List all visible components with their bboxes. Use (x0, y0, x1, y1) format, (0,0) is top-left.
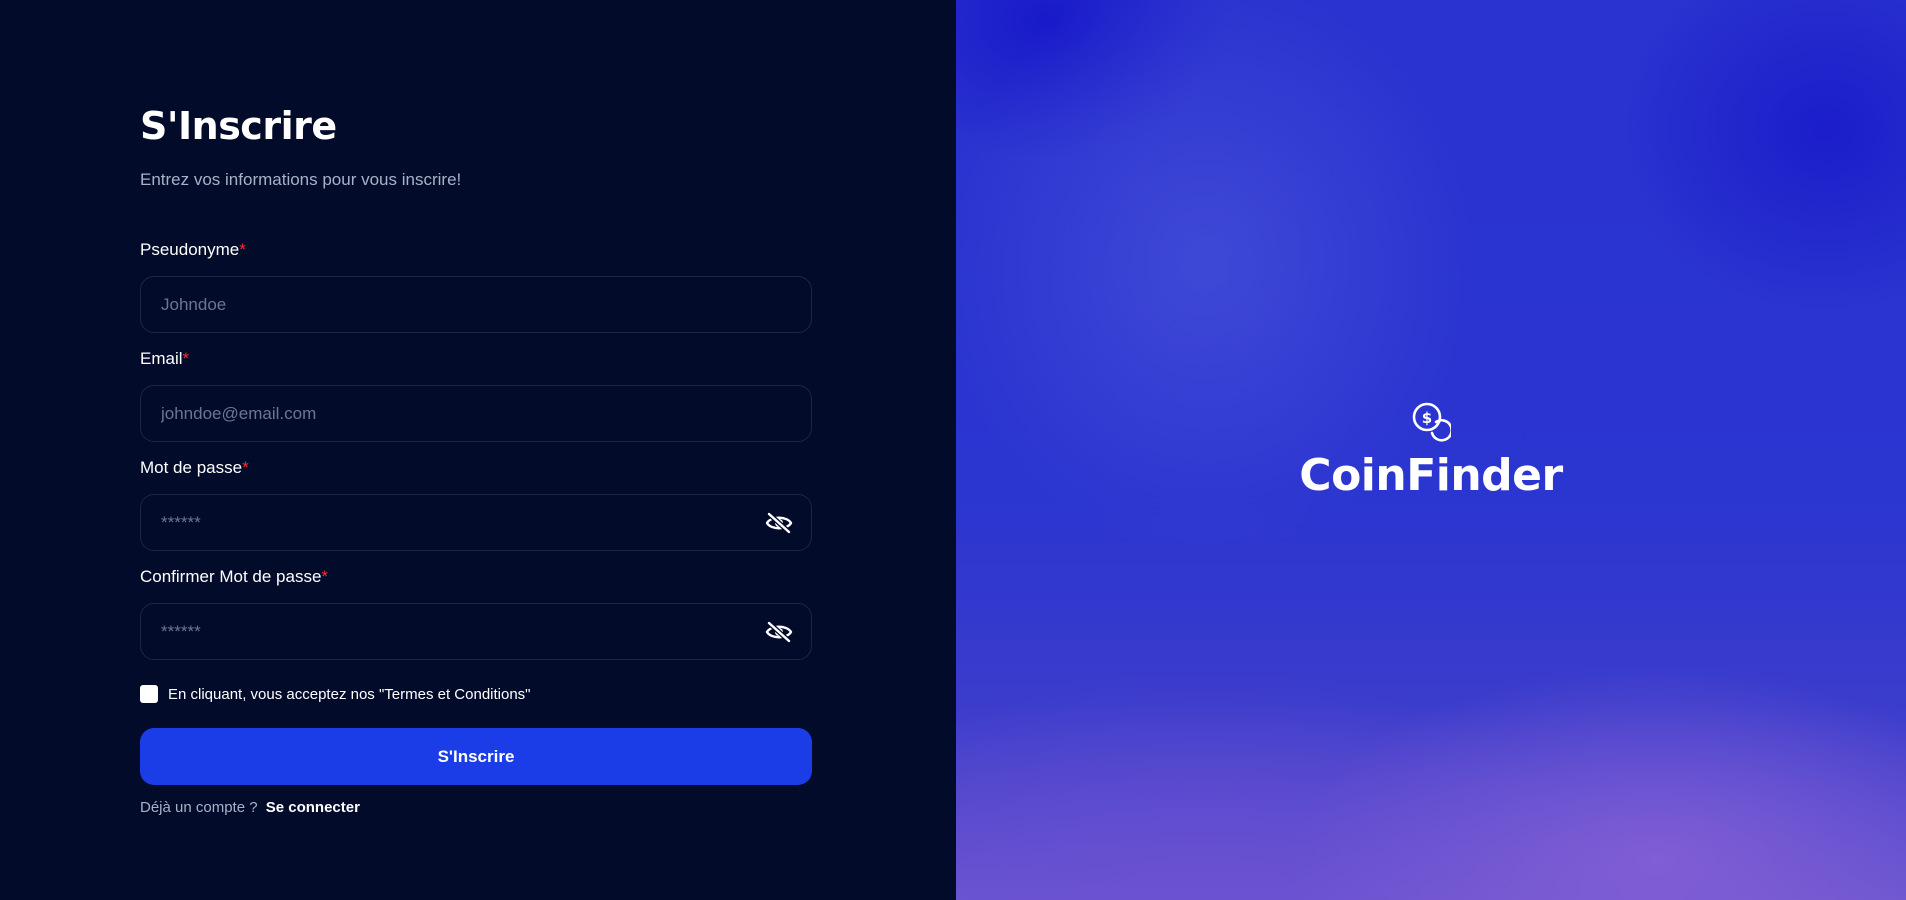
terms-label: En cliquant, vous acceptez nos "Termes e… (168, 685, 531, 703)
username-field[interactable] (140, 276, 812, 333)
confirm-password-field[interactable] (140, 603, 812, 660)
brand: $ CoinFinder (956, 400, 1906, 501)
required-mark: * (239, 240, 246, 259)
email-field[interactable] (140, 385, 812, 442)
svg-text:$: $ (1422, 409, 1432, 427)
login-link[interactable]: Se connecter (266, 799, 360, 816)
page-subtitle: Entrez vos informations pour vous inscri… (140, 170, 462, 189)
username-label-text: Pseudonyme (140, 240, 240, 259)
confirm-password-input[interactable] (141, 604, 811, 659)
eye-off-icon[interactable] (765, 620, 793, 644)
password-label-text: Mot de passe (140, 458, 243, 477)
required-mark: * (182, 349, 190, 368)
password-input[interactable] (141, 495, 811, 550)
confirm-password-label: Confirmer Mot de passe* (140, 567, 328, 587)
confirm-password-label-text: Confirmer Mot de passe (140, 567, 322, 586)
required-mark: * (242, 458, 249, 477)
eye-off-icon[interactable] (765, 511, 793, 535)
login-prompt-row: Déjà un compte ? Se connecter (140, 799, 360, 816)
email-label-text: Email (140, 349, 183, 368)
username-input[interactable] (141, 277, 811, 332)
required-mark: * (321, 567, 329, 586)
coins-icon: $ (1412, 402, 1451, 442)
terms-row: En cliquant, vous acceptez nos "Termes e… (140, 684, 531, 704)
password-field[interactable] (140, 494, 812, 551)
username-label: Pseudonyme* (140, 240, 246, 260)
signup-button[interactable]: S'Inscrire (140, 728, 812, 785)
page-title: S'Inscrire (140, 104, 337, 148)
email-label: Email* (140, 349, 189, 369)
brand-name: CoinFinder (1299, 450, 1563, 501)
email-input[interactable] (141, 386, 811, 441)
login-prompt: Déjà un compte ? (140, 799, 258, 816)
terms-checkbox[interactable] (140, 685, 158, 703)
password-label: Mot de passe* (140, 458, 249, 478)
